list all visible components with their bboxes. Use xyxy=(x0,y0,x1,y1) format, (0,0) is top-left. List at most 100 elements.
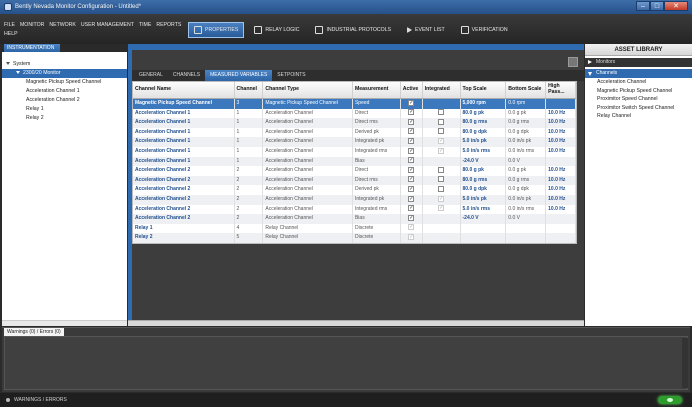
cell-bottom[interactable]: 0.0 in/s pk xyxy=(506,137,547,147)
expand-arrow-icon[interactable] xyxy=(6,62,10,66)
menu-monitor[interactable]: MONITOR xyxy=(20,22,44,29)
checkbox[interactable] xyxy=(438,109,445,116)
table-row[interactable]: Acceleration Channel 2 2 Acceleration Chan… xyxy=(133,204,576,215)
checkbox[interactable] xyxy=(438,128,445,135)
table-row[interactable]: Magnetic Pickup Speed Channel 3 Magnetic P… xyxy=(133,99,576,109)
close-button[interactable]: ✕ xyxy=(664,1,688,11)
asset-item[interactable]: Magnetic Pickup Speed Channel xyxy=(585,87,692,96)
vertical-scrollbar[interactable] xyxy=(682,338,688,388)
menu-help[interactable]: HELP xyxy=(4,31,18,38)
checkbox[interactable]: ✓ xyxy=(408,166,415,173)
minimize-button[interactable]: – xyxy=(636,1,650,11)
tree-item[interactable]: Acceleration Channel 2 xyxy=(2,96,127,105)
table-row[interactable]: Acceleration Channel 2 2 Acceleration Chan… xyxy=(133,166,576,176)
menu-file[interactable]: FILE xyxy=(4,22,15,29)
asset-item[interactable]: Acceleration Channel xyxy=(585,78,692,87)
asset-item[interactable]: Proximitor Speed Channel xyxy=(585,95,692,104)
tab-instrumentation[interactable]: INSTRUMENTATION xyxy=(4,44,60,52)
verification-button[interactable]: VERIFICATION xyxy=(455,22,514,38)
cell-bottom[interactable]: 0.0 in/s rms xyxy=(506,204,547,215)
table-row[interactable]: Acceleration Channel 1 1 Acceleration Chan… xyxy=(133,146,576,157)
table-row[interactable]: Acceleration Channel 1 1 Acceleration Chan… xyxy=(133,108,576,119)
properties-button[interactable]: PROPERTIES xyxy=(188,22,245,38)
tree-item[interactable]: Relay 2 xyxy=(2,114,127,123)
table-row[interactable]: Acceleration Channel 1 1 Acceleration Chan… xyxy=(133,156,576,167)
tree-item[interactable]: 2300/20 Monitor xyxy=(2,69,127,78)
menu-reports[interactable]: REPORTS xyxy=(156,22,181,29)
expand-arrow-icon[interactable] xyxy=(16,71,20,75)
cell-bottom[interactable]: 0.0 in/s rms xyxy=(506,146,547,157)
cell-bottom[interactable]: 0.0 rpm xyxy=(506,99,547,109)
checkbox[interactable]: ✓ xyxy=(408,195,415,202)
cell-top[interactable]: -24.0 V xyxy=(461,214,507,224)
cell-top[interactable]: 80.0 g dpk xyxy=(461,185,507,195)
checkbox[interactable]: ✓ xyxy=(408,157,415,164)
tree-item[interactable]: System xyxy=(2,60,127,69)
cell-top[interactable] xyxy=(461,233,507,243)
column-header[interactable]: Channel Name xyxy=(133,82,235,98)
cell-bottom[interactable]: 0.0 g pk xyxy=(506,108,547,119)
checkbox[interactable]: ✓ xyxy=(408,214,415,221)
cell-top[interactable]: 80.0 g dpk xyxy=(461,127,507,138)
save-icon[interactable] xyxy=(568,57,578,67)
tree-item[interactable]: Acceleration Channel 1 xyxy=(2,87,127,96)
cell-bottom[interactable]: 0.0 g rms xyxy=(506,175,547,186)
column-header[interactable]: Integrated xyxy=(423,82,461,98)
industrial-protocols-button[interactable]: INDUSTRIAL PROTOCOLS xyxy=(309,22,397,38)
cell-top[interactable] xyxy=(461,223,507,234)
cell-top[interactable]: 5.0 in/s rms xyxy=(461,204,507,215)
checkbox[interactable] xyxy=(438,166,445,173)
tree-item[interactable]: Relay 1 xyxy=(2,105,127,114)
horizontal-scrollbar[interactable] xyxy=(2,320,127,326)
cell-top[interactable]: 5.0 in/s pk xyxy=(461,137,507,147)
column-header[interactable]: Bottom Scale xyxy=(506,82,547,98)
checkbox[interactable]: ✓ xyxy=(408,128,415,135)
checkbox[interactable]: ✓ xyxy=(408,118,415,125)
table-row[interactable]: Acceleration Channel 2 2 Acceleration Chan… xyxy=(133,185,576,195)
column-header[interactable]: Top Scale xyxy=(461,82,507,98)
column-header[interactable]: Channel Type xyxy=(263,82,353,98)
cell-top[interactable]: 80.0 g pk xyxy=(461,166,507,176)
tab-warnings-errors[interactable]: Warnings (0) / Errors (0) xyxy=(4,328,64,336)
cell-top[interactable]: -24.0 V xyxy=(461,156,507,167)
horizontal-scrollbar[interactable] xyxy=(128,320,584,326)
cell-top[interactable]: 80.0 g rms xyxy=(461,118,507,128)
table-row[interactable]: Acceleration Channel 1 1 Acceleration Chan… xyxy=(133,118,576,128)
checkbox[interactable] xyxy=(438,176,445,183)
cell-bottom[interactable]: 0.0 g pk xyxy=(506,166,547,176)
cell-bottom[interactable] xyxy=(506,223,547,234)
cell-top[interactable]: 5,000 rpm xyxy=(461,99,507,109)
cell-bottom[interactable]: 0.0 g dpk xyxy=(506,127,547,138)
checkbox[interactable] xyxy=(438,186,445,193)
cell-bottom[interactable]: 0.0 g dpk xyxy=(506,185,547,195)
checkbox[interactable]: ✓ xyxy=(408,205,415,212)
tab-channels[interactable]: CHANNELS xyxy=(168,70,205,81)
column-header[interactable]: Active xyxy=(401,82,423,98)
tab-general[interactable]: GENERAL xyxy=(134,70,168,81)
tab-setpoints[interactable]: SETPOINTS xyxy=(272,70,310,81)
table-row[interactable]: Acceleration Channel 2 2 Acceleration Chan… xyxy=(133,214,576,224)
checkbox[interactable]: ✓ xyxy=(408,186,415,193)
menu-time[interactable]: TIME xyxy=(139,22,151,29)
cell-bottom[interactable]: 0.0 g rms xyxy=(506,118,547,128)
relay-logic-button[interactable]: RELAY LOGIC xyxy=(248,22,305,38)
table-row[interactable]: Relay 1 4 Relay Channel Discrete ✓ xyxy=(133,223,576,234)
expand-arrow-icon[interactable] xyxy=(588,60,592,64)
checkbox[interactable]: ✓ xyxy=(408,147,415,154)
checkbox[interactable]: ✓ xyxy=(408,99,415,106)
checkbox[interactable]: ✓ xyxy=(408,176,415,183)
checkbox[interactable]: ✓ xyxy=(408,109,415,116)
table-row[interactable]: Relay 2 5 Relay Channel Discrete ✓ xyxy=(133,233,576,243)
asset-item[interactable]: Relay Channel xyxy=(585,112,692,121)
cell-top[interactable]: 5.0 in/s pk xyxy=(461,194,507,205)
section-channels[interactable]: Channels xyxy=(585,69,692,78)
collapse-arrow-icon[interactable] xyxy=(588,72,592,76)
tab-measured-variables[interactable]: MEASURED VARIABLES xyxy=(205,70,273,81)
table-row[interactable]: Acceleration Channel 2 2 Acceleration Chan… xyxy=(133,175,576,186)
menu-network[interactable]: NETWORK xyxy=(49,22,76,29)
column-header[interactable]: Channel xyxy=(235,82,264,98)
cell-top[interactable]: 80.0 g rms xyxy=(461,175,507,186)
asset-item[interactable]: Proximitor Switch Speed Channel xyxy=(585,104,692,113)
status-label[interactable]: WARNINGS / ERRORS xyxy=(14,397,67,403)
table-row[interactable]: Acceleration Channel 2 2 Acceleration Chan… xyxy=(133,194,576,205)
